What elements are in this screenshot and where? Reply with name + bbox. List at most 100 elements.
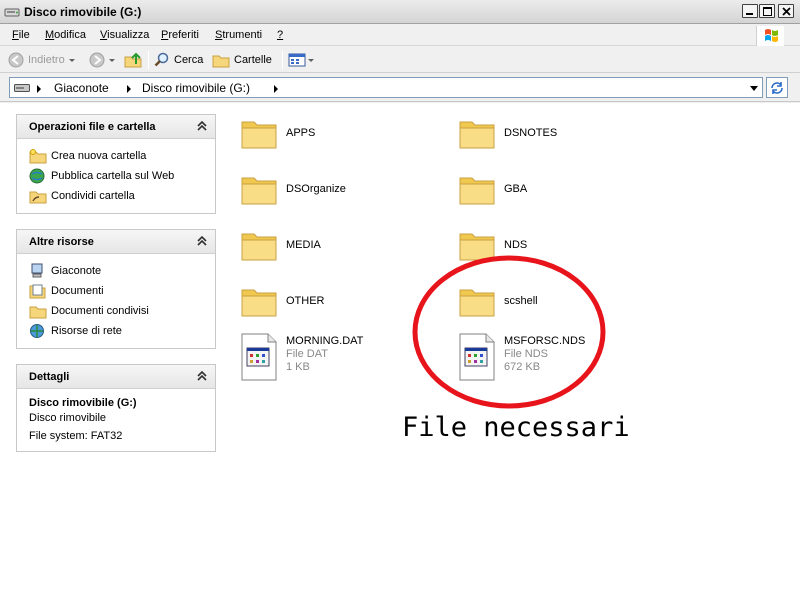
- go-button[interactable]: [766, 77, 788, 98]
- breadcrumb-separator-icon[interactable]: [37, 85, 41, 93]
- main-area: Operazioni file e cartella Crea nuova ca…: [0, 103, 800, 600]
- menu-help[interactable]: ?: [277, 29, 283, 41]
- folder-icon: [458, 282, 496, 323]
- breadcrumb-separator-icon[interactable]: [274, 85, 278, 93]
- panel-title: Operazioni file e cartella: [29, 121, 156, 133]
- place-computer[interactable]: Giaconote: [17, 261, 215, 281]
- menu-file[interactable]: File: [12, 29, 30, 41]
- window-title: Disco rimovibile (G:): [24, 5, 142, 19]
- folder-icon: [240, 226, 278, 267]
- up-folder-button[interactable]: [124, 51, 142, 69]
- folder-icon: [458, 226, 496, 267]
- forward-button[interactable]: [89, 51, 115, 69]
- place-label: Documenti: [51, 285, 104, 297]
- folder-item[interactable]: DSNOTES: [458, 114, 668, 162]
- folder-icon: [458, 114, 496, 155]
- drive-icon: [14, 83, 30, 96]
- menu-modifica[interactable]: Modifica: [45, 29, 86, 41]
- search-icon: [154, 52, 169, 67]
- folder-item[interactable]: APPS: [240, 114, 450, 162]
- file-item[interactable]: MORNING.DAT File DAT 1 KB: [240, 333, 450, 381]
- removable-drive-icon: [4, 5, 20, 22]
- address-dropdown-icon[interactable]: [750, 86, 758, 91]
- place-label: Giaconote: [51, 265, 102, 277]
- breadcrumb-computer[interactable]: Giaconote: [54, 81, 109, 95]
- item-name: NDS: [504, 239, 528, 251]
- toolbar: Indietro Cerca Cartelle: [0, 47, 800, 73]
- close-icon: [782, 7, 791, 16]
- new-folder-icon: [29, 148, 47, 167]
- folder-icon: [240, 114, 278, 155]
- folders-icon: [212, 55, 230, 68]
- place-documents[interactable]: Documenti: [17, 281, 215, 301]
- up-folder-icon: [124, 52, 142, 68]
- collapse-icon[interactable]: [195, 369, 209, 383]
- refresh-icon: [771, 82, 783, 94]
- documents-icon: [29, 283, 47, 302]
- details-panel: Dettagli Disco rimovibile (G:) Disco rim…: [16, 364, 216, 452]
- folder-item[interactable]: scshell: [458, 282, 668, 330]
- share-folder-icon: [29, 188, 47, 207]
- place-shared-documents[interactable]: Documenti condivisi: [17, 301, 215, 321]
- views-icon: [288, 53, 306, 67]
- folder-item[interactable]: NDS: [458, 226, 668, 274]
- menu-preferiti[interactable]: Preferiti: [161, 29, 199, 41]
- breadcrumb-drive[interactable]: Disco rimovibile (G:): [142, 81, 250, 95]
- panel-title: Altre risorse: [29, 236, 94, 248]
- back-button[interactable]: Indietro: [8, 51, 75, 69]
- item-name: scshell: [504, 295, 538, 307]
- task-share-folder[interactable]: Condividi cartella: [17, 186, 215, 206]
- folder-item[interactable]: MEDIA: [240, 226, 450, 274]
- close-button[interactable]: [778, 4, 794, 18]
- task-label: Crea nuova cartella: [51, 150, 147, 162]
- other-places-panel: Altre risorse Giaconote Documenti Docume…: [16, 229, 216, 349]
- panel-title: Dettagli: [29, 371, 70, 383]
- file-item[interactable]: MSFORSC.NDS File NDS 672 KB: [458, 333, 668, 381]
- maximize-button[interactable]: [759, 4, 775, 18]
- title-bar: Disco rimovibile (G:): [0, 0, 800, 24]
- menu-strumenti[interactable]: Strumenti: [215, 29, 262, 41]
- task-new-folder[interactable]: Crea nuova cartella: [17, 146, 215, 166]
- item-name: GBA: [504, 183, 528, 195]
- annotation-label: File necessari: [402, 412, 630, 443]
- menu-visualizza[interactable]: Visualizza: [100, 29, 149, 41]
- item-size: 672 KB: [504, 361, 541, 373]
- other-places-panel-header[interactable]: Altre risorse: [17, 230, 215, 254]
- computer-icon: [29, 263, 47, 282]
- folder-icon: [240, 282, 278, 323]
- item-size: 1 KB: [286, 361, 310, 373]
- collapse-icon[interactable]: [195, 234, 209, 248]
- tasks-panel-header[interactable]: Operazioni file e cartella: [17, 115, 215, 139]
- views-button[interactable]: [288, 51, 314, 69]
- folder-item[interactable]: GBA: [458, 170, 668, 218]
- collapse-icon[interactable]: [195, 119, 209, 133]
- folder-icon: [240, 170, 278, 211]
- task-label: Pubblica cartella sul Web: [51, 170, 175, 182]
- item-name: DSOrganize: [286, 183, 346, 195]
- item-name: DSNOTES: [504, 127, 558, 139]
- forward-arrow-icon: [89, 52, 105, 68]
- place-label: Documenti condivisi: [51, 305, 149, 317]
- folders-button[interactable]: Cartelle: [212, 51, 272, 69]
- task-publish-web[interactable]: Pubblica cartella sul Web: [17, 166, 215, 186]
- tasks-panel: Operazioni file e cartella Crea nuova ca…: [16, 114, 216, 214]
- shared-folder-icon: [29, 303, 47, 322]
- item-name: MEDIA: [286, 239, 321, 251]
- breadcrumb-separator-icon[interactable]: [127, 85, 131, 93]
- address-bar: Giaconote Disco rimovibile (G:): [0, 74, 800, 102]
- details-panel-header[interactable]: Dettagli: [17, 365, 215, 389]
- address-input[interactable]: Giaconote Disco rimovibile (G:): [9, 77, 763, 98]
- document-file-icon: [240, 333, 278, 384]
- windows-logo-icon: [756, 26, 784, 46]
- item-name: OTHER: [286, 295, 325, 307]
- back-arrow-icon: [8, 52, 24, 68]
- search-button[interactable]: Cerca: [154, 51, 203, 69]
- network-icon: [29, 323, 47, 342]
- folder-item[interactable]: DSOrganize: [240, 170, 450, 218]
- folder-item[interactable]: OTHER: [240, 282, 450, 330]
- document-file-icon: [458, 333, 496, 384]
- minimize-button[interactable]: [742, 4, 758, 18]
- item-name: MSFORSC.NDS: [504, 335, 586, 347]
- place-network[interactable]: Risorse di rete: [17, 321, 215, 341]
- item-type: File NDS: [504, 348, 549, 360]
